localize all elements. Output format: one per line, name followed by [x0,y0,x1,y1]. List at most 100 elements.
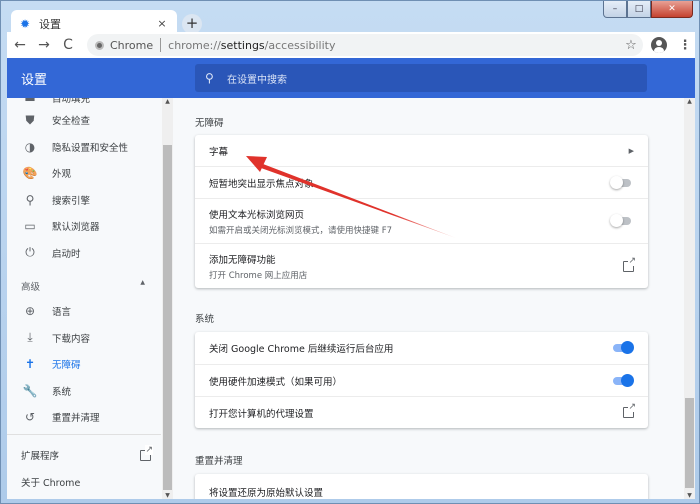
url-text: chrome://settings/accessibility [168,39,335,52]
row-text: 将设置还原为原始默认设置 [209,485,634,499]
address-bar[interactable]: Chrome chrome://settings/accessibility ☆ [87,34,643,56]
chevron-up-icon: ▲ [140,279,145,286]
sidebar-item-label: 语言 [52,307,72,318]
sidebar-item-label: 隐私设置和安全性 [52,142,129,154]
settings-row[interactable]: 关闭 Google Chrome 后继续运行后台应用 [195,332,648,364]
close-tab-icon[interactable]: × [155,17,169,30]
external-link-icon[interactable] [623,255,636,272]
sidebar-item[interactable]: ⚲ 搜索引擎 [7,187,161,213]
shield-check-icon: ⛊ [25,112,35,127]
url-host: settings [220,38,265,52]
power-icon: ⏻ [25,245,35,259]
sidebar-item-label: 系统 [52,386,72,398]
sidebar-scrollbar[interactable]: ▲ ▼ [162,98,173,499]
sidebar-advanced-toggle[interactable]: 高级 ▲ [21,279,151,293]
sidebar-item[interactable]: ✝ 无障碍 [7,351,161,377]
settings-row[interactable]: 短暂地突出显示焦点对象 [195,166,648,198]
forward-button[interactable]: → [33,34,55,56]
row-text: 字幕 [209,144,629,158]
reload-button[interactable]: C [57,34,79,56]
toggle-switch[interactable] [610,341,634,355]
settings-card-accessibility: 字幕 ▶ 短暂地突出显示焦点对象使用文本光标浏览网页 如需开启或关闭光标浏览模式，请使… [195,135,648,288]
main-scrollbar[interactable]: ▲ ▼ [684,98,695,499]
row-label: 短暂地突出显示焦点对象 [209,178,314,190]
row-sublabel: 打开 Chrome 网上应用店 [209,270,308,281]
row-text: 使用文本光标浏览网页 如需开启或关闭光标浏览模式，请使用快捷键 F7 [209,207,610,236]
browser-window: – □ ✕ ✹ 设置 × + ← → C Chrome chrome://set… [0,0,700,504]
history-icon: ↺ [24,410,36,424]
search-icon: ⚲ [25,192,35,207]
scroll-up-arrow-icon[interactable]: ▲ [684,98,695,105]
extensions-label: 扩展程序 [21,451,60,462]
browser-toolbar: ← → C Chrome chrome://settings/accessibi… [7,32,695,58]
row-label: 使用文本光标浏览网页 [209,209,305,221]
settings-card-system: 关闭 Google Chrome 后继续运行后台应用使用硬件加速模式（如果可用）… [195,332,648,428]
row-label: 字幕 [209,146,229,158]
toggle-knob [621,341,634,354]
settings-header: 设置 ⚲ 在设置中搜索 [7,58,695,98]
settings-card-reset: 将设置还原为原始默认设置 [195,474,648,499]
sidebar-item[interactable]: ↺ 重置并清理 [7,404,161,430]
sidebar-item[interactable]: 🔧 系统 [7,378,161,404]
chrome-site-icon [95,40,104,50]
sidebar-item-label: 重置并清理 [52,413,100,424]
browser-window-icon: ▭ [24,219,36,233]
sidebar-item[interactable]: ⤓ 下载内容 [7,325,161,351]
toggle-knob [610,175,623,189]
sidebar-item-extensions[interactable]: 扩展程序 [21,444,153,462]
site-chip: Chrome [110,38,154,52]
new-tab-button[interactable]: + [182,14,202,34]
settings-row[interactable]: 使用文本光标浏览网页 如需开启或关闭光标浏览模式，请使用快捷键 F7 [195,198,648,243]
accessibility-icon: ✝ [24,357,36,371]
sidebar-scroll-thumb[interactable] [163,145,172,490]
profile-avatar-icon[interactable] [651,37,667,53]
scroll-down-arrow-icon[interactable]: ▼ [684,492,695,499]
sidebar-item[interactable]: ▭ 默认浏览器 [7,213,161,239]
scroll-up-arrow-icon[interactable]: ▲ [162,98,173,105]
row-text: 添加无障碍功能打开 Chrome 网上应用店 [209,252,623,281]
tab-title: 设置 [39,17,61,31]
scroll-down-arrow-icon[interactable]: ▼ [162,492,173,499]
back-button[interactable]: ← [9,34,31,56]
sidebar-item-label: 无障碍 [52,360,81,371]
main-scroll-thumb[interactable] [685,398,694,488]
sidebar-item[interactable]: ⛊ 安全检查 [7,107,161,133]
row-label: 添加无障碍功能 [209,254,276,266]
sidebar-item-label: 外观 [52,169,72,180]
settings-row[interactable]: 打开您计算机的代理设置 [195,396,648,428]
toggle-switch[interactable] [610,214,634,228]
row-label: 关闭 Google Chrome 后继续运行后台应用 [209,344,394,355]
row-text: 打开您计算机的代理设置 [209,406,623,420]
settings-row[interactable]: 字幕 ▶ [195,135,648,166]
sidebar-item[interactable]: 🎨 外观 [7,160,161,186]
toggle-switch[interactable] [610,175,634,190]
settings-row[interactable]: 将设置还原为原始默认设置 [195,474,648,499]
section-title-system: 系统 [195,314,215,325]
sidebar-item-label: 启动时 [52,248,81,260]
sidebar-item[interactable]: ◑ 隐私设置和安全性 [7,134,161,160]
sidebar-item[interactable]: ⊕ 语言 [7,298,161,324]
external-link-icon[interactable] [623,402,636,418]
browser-menu-icon[interactable]: ⋮ [675,38,695,53]
toggle-switch[interactable] [610,373,634,388]
row-text: 关闭 Google Chrome 后继续运行后台应用 [209,341,610,355]
settings-row[interactable]: 添加无障碍功能打开 Chrome 网上应用店 [195,243,648,288]
tab-strip: ✹ 设置 × + [7,7,667,37]
settings-content: ▬ 自动填充 ⛊ 安全检查 ◑ 隐私设置和安全性 🎨 外观 ⚲ 搜索引擎 ▭ 默认浏览器 ⏻ 启动时 … [7,98,695,499]
external-link-icon [140,444,153,461]
sidebar-item-label: 自动填充 [52,98,91,105]
privacy-shield-icon: ◑ [24,139,36,154]
url-prefix: chrome:// [168,38,221,52]
chevron-right-icon[interactable]: ▶ [629,147,634,155]
page-title: 设置 [21,72,48,88]
wrench-icon: 🔧 [22,383,38,398]
sidebar-item[interactable]: ⏻ 启动时 [7,240,161,266]
settings-search-input[interactable]: ⚲ 在设置中搜索 [195,64,647,92]
settings-row[interactable]: 使用硬件加速模式（如果可用） [195,364,648,396]
bookmark-star-icon[interactable]: ☆ [619,38,643,53]
sidebar-item-about[interactable]: 关于 Chrome [21,475,151,489]
settings-sidebar: ▬ 自动填充 ⛊ 安全检查 ◑ 隐私设置和安全性 🎨 外观 ⚲ 搜索引擎 ▭ 默认浏览器 ⏻ 启动时 … [7,98,161,499]
toggle-knob [621,373,634,387]
autofill-icon: ▬ [24,98,36,105]
toolbar-right: ☆ [619,38,643,53]
